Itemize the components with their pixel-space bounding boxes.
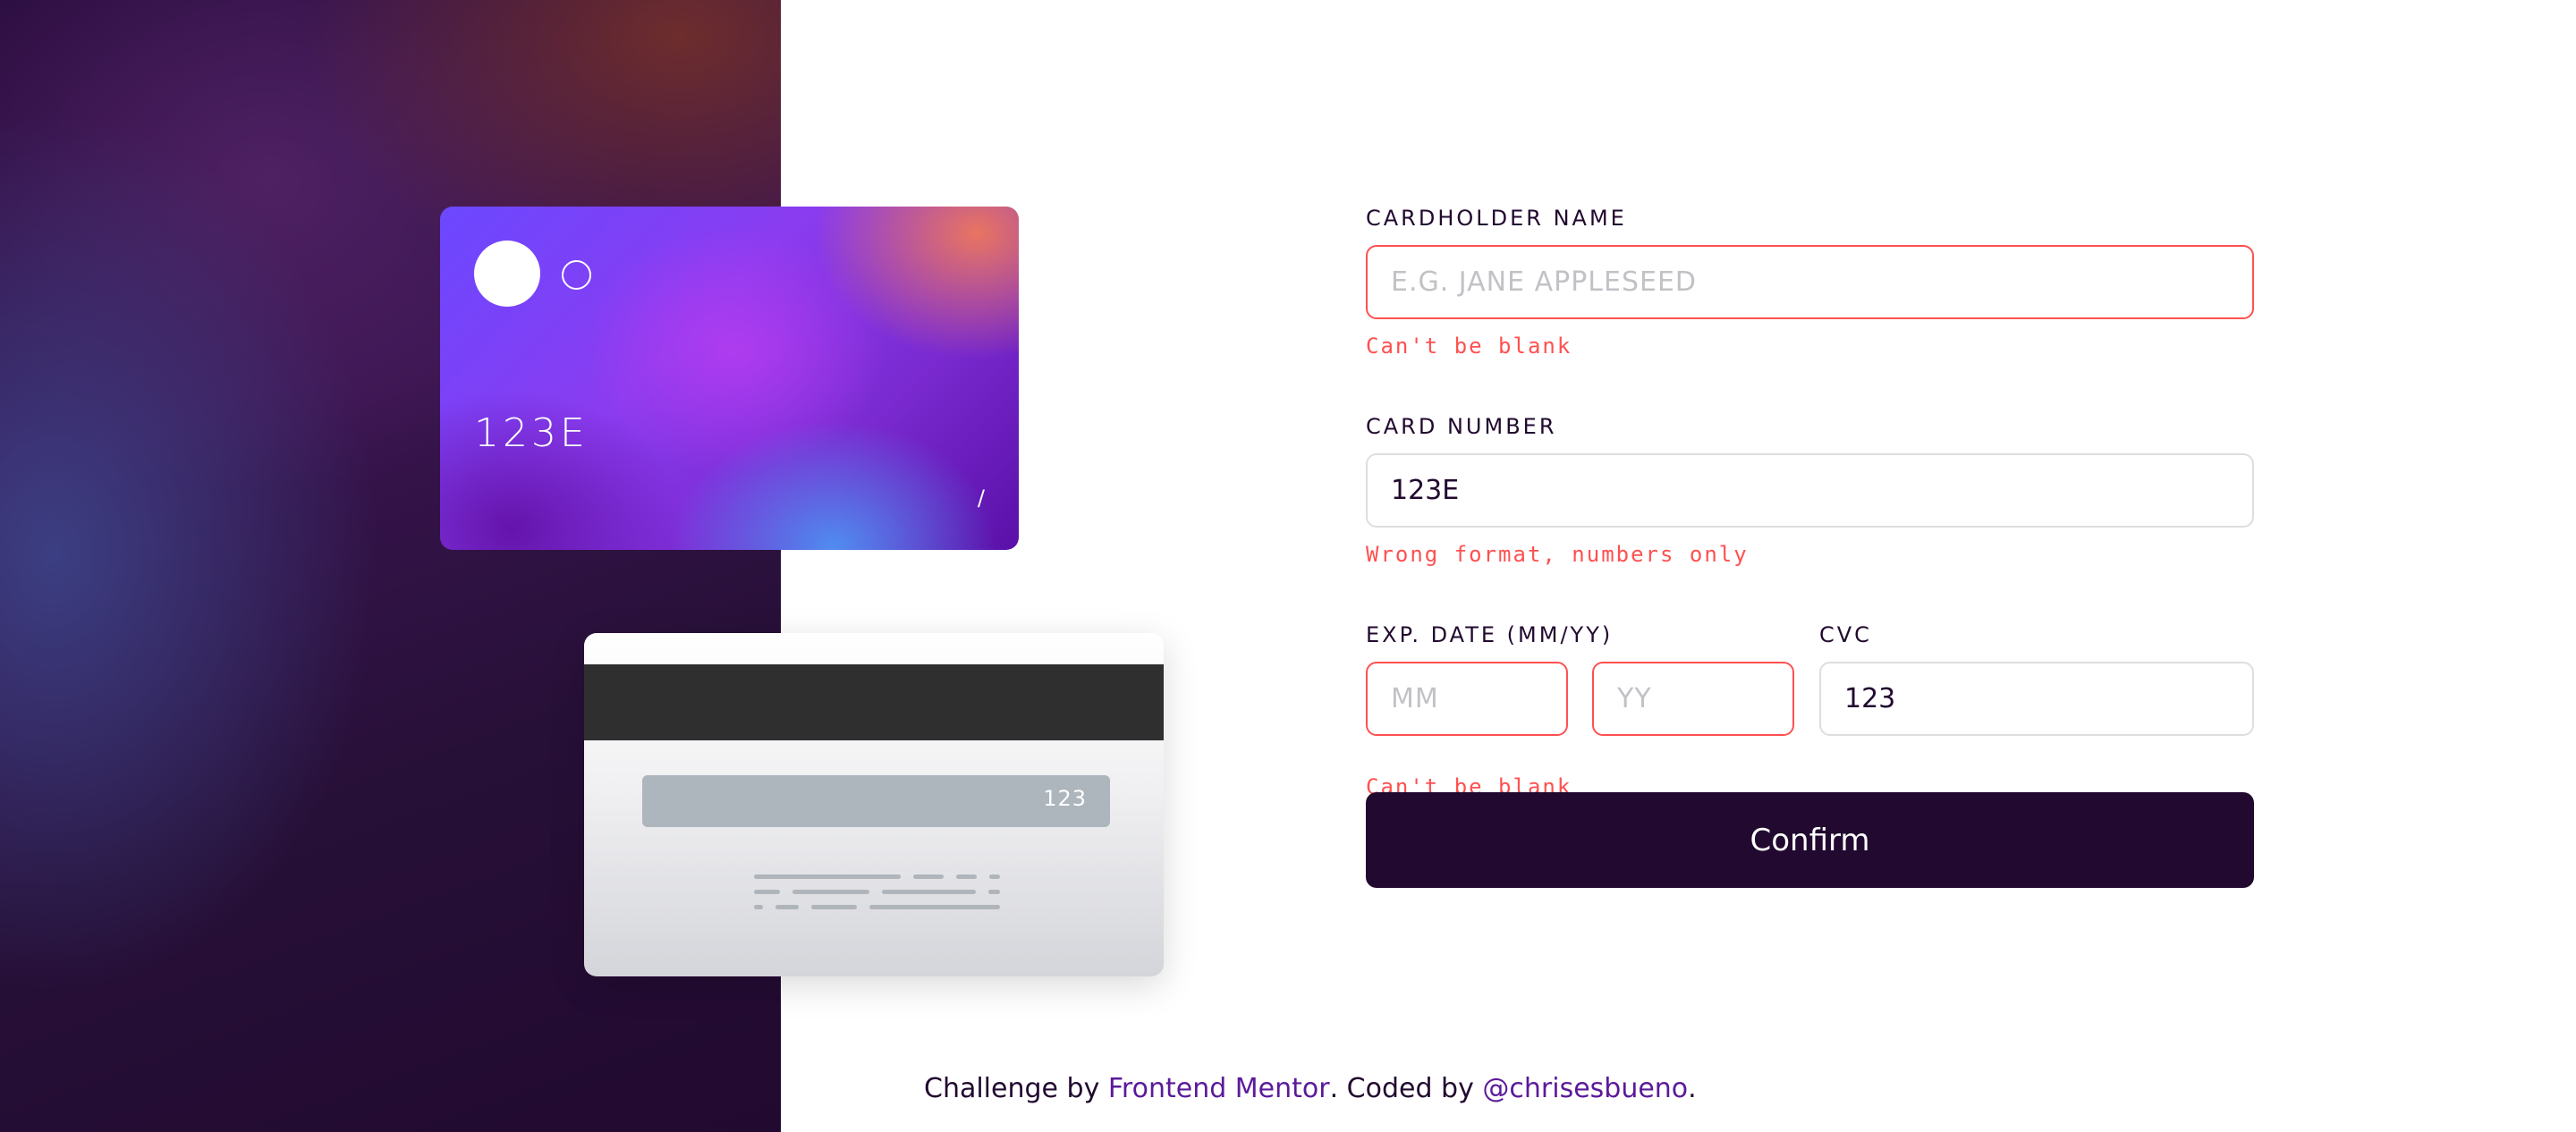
- frontend-mentor-link[interactable]: Frontend Mentor: [1108, 1073, 1330, 1104]
- card-front-expiry: /: [977, 486, 985, 511]
- exp-month-input[interactable]: MM: [1366, 662, 1568, 736]
- exp-year-placeholder: YY: [1617, 683, 1652, 714]
- author-link[interactable]: @chrisesbueno: [1482, 1073, 1688, 1104]
- card-number-value: 123E: [1391, 475, 1460, 506]
- cvc-input[interactable]: 123: [1819, 662, 2254, 736]
- card-logo-large-circle: [474, 241, 540, 307]
- cardholder-error: Can't be blank: [1366, 334, 1572, 359]
- attribution-suffix: .: [1688, 1073, 1697, 1104]
- exp-year-input[interactable]: YY: [1592, 662, 1794, 736]
- attribution: Challenge by Frontend Mentor. Coded by @…: [924, 1073, 1697, 1104]
- exp-month-placeholder: MM: [1391, 683, 1439, 714]
- magnetic-stripe: [584, 664, 1164, 740]
- cardholder-placeholder: E.G. JANE APPLESEED: [1391, 266, 1698, 298]
- exp-date-group: EXP. DATE (MM/YY) MM YY: [1366, 622, 1795, 736]
- card-front: 123E /: [440, 207, 1019, 550]
- card-number-error: Wrong format, numbers only: [1366, 542, 1749, 567]
- card-back: 123: [584, 633, 1164, 976]
- card-back-cvc: 123: [1043, 786, 1087, 811]
- exp-date-label: EXP. DATE (MM/YY): [1366, 622, 1614, 647]
- cvc-label: CVC: [1819, 622, 1872, 647]
- cvc-value: 123: [1844, 683, 1896, 714]
- card-number-group: CARD NUMBER 123E Wrong format, numbers o…: [1366, 414, 2254, 567]
- card-number-label: CARD NUMBER: [1366, 414, 1557, 439]
- card-back-decoration-lines: [754, 874, 1000, 920]
- card-logo-small-circle: [562, 260, 591, 290]
- card-back-cvc-box: 123: [642, 775, 1110, 827]
- attribution-prefix: Challenge by: [924, 1073, 1108, 1104]
- confirm-button[interactable]: Confirm: [1366, 792, 2254, 888]
- attribution-middle: . Coded by: [1329, 1073, 1483, 1104]
- card-number-input[interactable]: 123E: [1366, 453, 2254, 528]
- cardholder-group: CARDHOLDER NAME E.G. JANE APPLESEED Can'…: [1366, 206, 2254, 359]
- cardholder-name-input[interactable]: E.G. JANE APPLESEED: [1366, 245, 2254, 319]
- cardholder-label: CARDHOLDER NAME: [1366, 206, 1627, 231]
- cvc-group: CVC 123: [1819, 622, 2254, 736]
- card-front-number: 123E: [474, 410, 589, 456]
